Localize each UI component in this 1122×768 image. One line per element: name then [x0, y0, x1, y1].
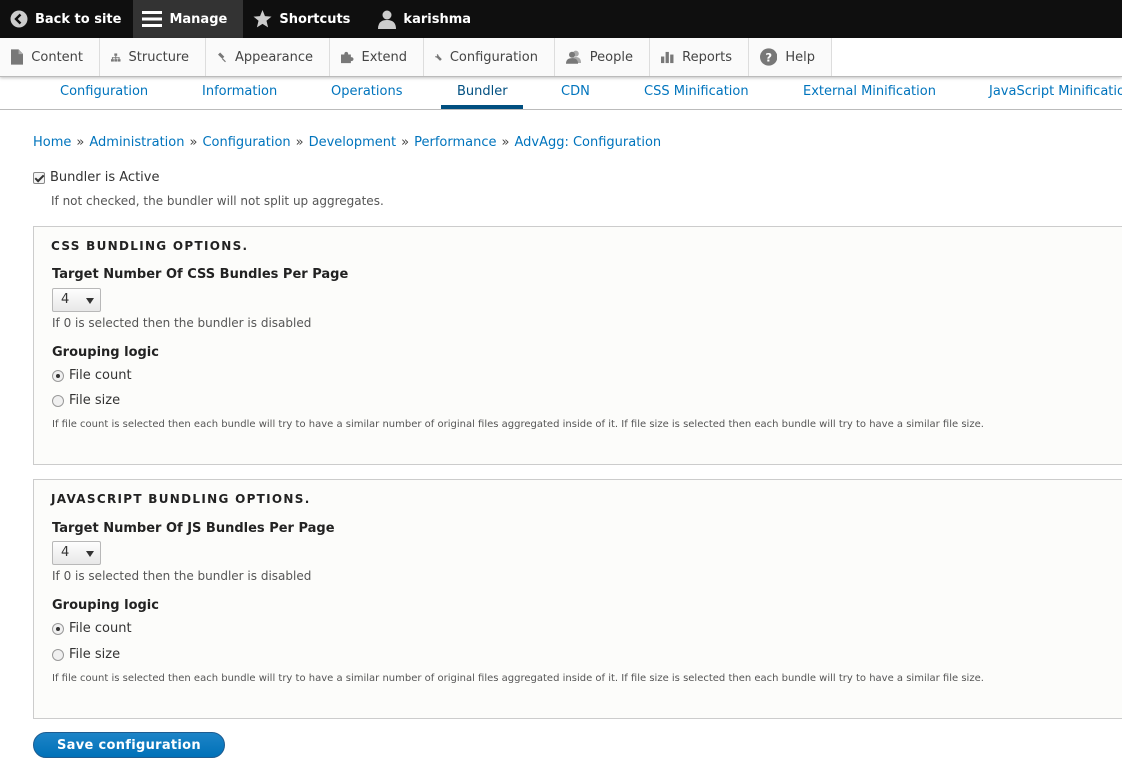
- paintbrush-icon: [218, 52, 226, 62]
- breadcrumb-advagg-configuration[interactable]: AdvAgg: Configuration: [514, 135, 661, 150]
- puzzle-icon: [341, 51, 354, 63]
- tray-item-people[interactable]: People: [555, 38, 650, 76]
- js-grouping-label: Grouping logic: [52, 598, 159, 613]
- wrench-icon: [435, 53, 442, 61]
- css-target-description: If 0 is selected then the bundler is dis…: [52, 316, 312, 330]
- js-file-count-radio[interactable]: [52, 622, 64, 635]
- js-target-value: 4: [61, 545, 70, 560]
- js-file-size-radio[interactable]: [52, 648, 64, 661]
- breadcrumb-home[interactable]: Home: [33, 135, 71, 150]
- js-target-select[interactable]: 4: [52, 541, 101, 565]
- bundler-active-label[interactable]: Bundler is Active: [50, 170, 159, 185]
- tab-operations[interactable]: Operations: [331, 84, 402, 99]
- tray-item-reports[interactable]: Reports: [650, 38, 749, 76]
- tab-configuration[interactable]: Configuration: [60, 84, 148, 99]
- js-grouping-description: If file count is selected then each bund…: [52, 673, 984, 684]
- breadcrumb-separator: »: [401, 135, 410, 150]
- tray-label-structure: Structure: [128, 49, 189, 65]
- css-bundling-legend: CSS BUNDLING OPTIONS.: [51, 239, 249, 253]
- bundler-active-row: Bundler is Active: [33, 170, 159, 185]
- js-target-label: Target Number Of JS Bundles Per Page: [52, 521, 335, 536]
- tray-label-content: Content: [31, 49, 83, 65]
- admin-tray: Content Structure Appearance Extend Conf…: [0, 38, 1122, 77]
- breadcrumb-performance[interactable]: Performance: [414, 135, 496, 150]
- js-file-size-label[interactable]: File size: [69, 647, 120, 662]
- tray-label-people: People: [589, 49, 633, 65]
- tab-cdn[interactable]: CDN: [561, 84, 590, 99]
- breadcrumb-separator: »: [76, 135, 85, 150]
- css-target-select[interactable]: 4: [52, 288, 101, 312]
- active-tab-indicator: [441, 105, 523, 109]
- js-bundling-legend: JAVASCRIPT BUNDLING OPTIONS.: [51, 492, 311, 506]
- admin-toolbar: Back to site Manage Shortcuts karishma: [0, 0, 1122, 38]
- tab-information[interactable]: Information: [202, 84, 277, 99]
- tray-item-content[interactable]: Content: [0, 38, 100, 76]
- css-target-label: Target Number Of CSS Bundles Per Page: [52, 267, 349, 282]
- tray-item-structure[interactable]: Structure: [100, 38, 206, 76]
- tray-label-appearance: Appearance: [234, 49, 313, 65]
- css-grouping-label: Grouping logic: [52, 345, 159, 360]
- back-arrow-icon: [10, 10, 28, 28]
- shortcuts-tab[interactable]: Shortcuts: [243, 0, 362, 38]
- user-label: karishma: [403, 11, 472, 27]
- tray-label-configuration: Configuration: [449, 49, 538, 65]
- js-file-count-option[interactable]: File count: [52, 621, 132, 636]
- css-file-count-label[interactable]: File count: [69, 368, 132, 383]
- document-icon: [11, 49, 24, 65]
- breadcrumb-configuration[interactable]: Configuration: [202, 135, 290, 150]
- secondary-tabs: Configuration Information Operations Bun…: [0, 78, 1122, 110]
- js-file-size-option[interactable]: File size: [52, 647, 120, 662]
- sitemap-icon: [111, 52, 121, 62]
- dropdown-arrow-icon: [86, 551, 94, 557]
- js-bundling-fieldset: JAVASCRIPT BUNDLING OPTIONS. Target Numb…: [33, 479, 1122, 719]
- dropdown-arrow-icon: [86, 298, 94, 304]
- breadcrumb-administration[interactable]: Administration: [89, 135, 184, 150]
- tray-item-help[interactable]: ? Help: [749, 38, 832, 76]
- css-file-size-option[interactable]: File size: [52, 393, 120, 408]
- breadcrumb-separator: »: [501, 135, 510, 150]
- css-file-size-radio[interactable]: [52, 394, 64, 407]
- breadcrumb-development[interactable]: Development: [309, 135, 397, 150]
- tray-item-configuration[interactable]: Configuration: [424, 38, 555, 76]
- bar-chart-icon: [661, 51, 674, 63]
- js-target-description: If 0 is selected then the bundler is dis…: [52, 569, 312, 583]
- shortcuts-label: Shortcuts: [279, 11, 351, 27]
- save-configuration-button[interactable]: Save configuration: [33, 732, 225, 758]
- breadcrumb: Home » Administration » Configuration » Develo…: [33, 135, 661, 150]
- user-icon: [378, 10, 397, 29]
- css-grouping-description: If file count is selected then each bund…: [52, 419, 984, 430]
- manage-label: Manage: [169, 11, 228, 27]
- back-to-site-label: Back to site: [35, 11, 122, 27]
- tab-external-minification[interactable]: External Minification: [803, 84, 936, 99]
- tab-javascript-minification[interactable]: JavaScript Minification: [989, 84, 1122, 99]
- star-icon: [253, 10, 272, 28]
- breadcrumb-separator: »: [295, 135, 304, 150]
- back-to-site-link[interactable]: Back to site: [0, 0, 133, 38]
- tray-item-appearance[interactable]: Appearance: [206, 38, 330, 76]
- css-target-value: 4: [61, 292, 70, 307]
- hamburger-icon: [142, 11, 163, 27]
- user-tab[interactable]: karishma: [362, 0, 483, 38]
- css-file-count-radio[interactable]: [52, 369, 64, 382]
- tab-bundler[interactable]: Bundler: [457, 84, 508, 99]
- bundler-active-checkbox[interactable]: [33, 171, 45, 184]
- css-file-size-label[interactable]: File size: [69, 393, 120, 408]
- tab-css-minification[interactable]: CSS Minification: [644, 84, 749, 99]
- svg-text:?: ?: [765, 50, 772, 64]
- css-file-count-option[interactable]: File count: [52, 368, 132, 383]
- bundler-active-description: If not checked, the bundler will not spl…: [51, 194, 384, 208]
- tray-label-extend: Extend: [361, 49, 408, 65]
- tray-label-help: Help: [785, 49, 815, 65]
- css-bundling-fieldset: CSS BUNDLING OPTIONS. Target Number Of C…: [33, 226, 1122, 465]
- people-icon: [566, 50, 582, 64]
- tray-item-extend[interactable]: Extend: [330, 38, 424, 76]
- tray-label-reports: Reports: [682, 49, 732, 65]
- help-icon: ?: [760, 48, 778, 66]
- breadcrumb-separator: »: [189, 135, 198, 150]
- js-file-count-label[interactable]: File count: [69, 621, 132, 636]
- manage-tab[interactable]: Manage: [133, 0, 244, 38]
